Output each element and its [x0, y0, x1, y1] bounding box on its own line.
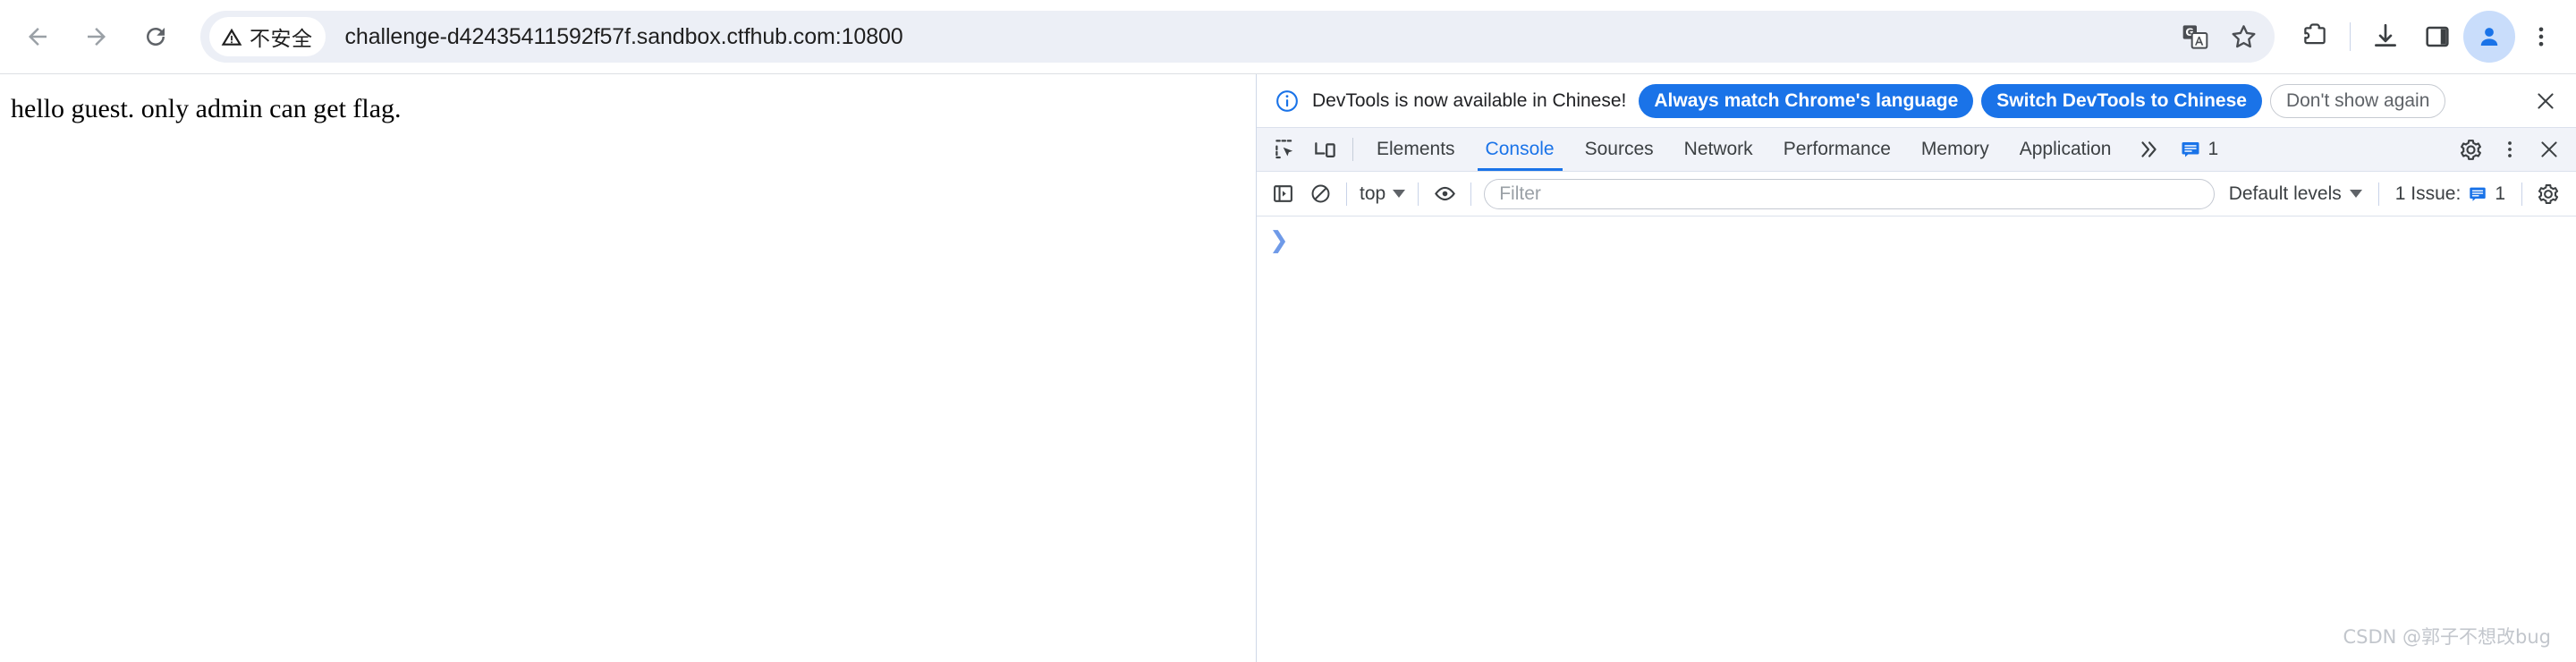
tab-performance[interactable]: Performance [1768, 128, 1906, 171]
page-body-text: hello guest. only admin can get flag. [11, 94, 402, 123]
console-issues-indicator[interactable]: 1 Issue: 1 [2386, 183, 2514, 205]
gear-icon [2460, 139, 2481, 160]
csdn-watermark: CSDN @郭子不想改bug [2343, 626, 2551, 648]
chrome-menu-icon [2538, 27, 2544, 47]
profile-avatar-icon [2480, 28, 2498, 46]
console-toolbar-divider-3 [1470, 182, 1472, 206]
browser-actions [2289, 11, 2576, 63]
device-toolbar-button[interactable] [1305, 128, 1344, 171]
device-toolbar-icon [1314, 141, 1335, 157]
devtools-panel: DevTools is now available in Chinese! Al… [1256, 74, 2576, 662]
extensions-button[interactable] [2289, 11, 2341, 63]
back-button[interactable] [13, 12, 63, 62]
console-toolbar-divider-1 [1346, 182, 1347, 206]
console-filter-field[interactable] [1484, 178, 2215, 209]
chevron-double-right-icon [2141, 141, 2157, 157]
console-sidebar-toggle[interactable] [1264, 175, 1301, 213]
site-security-chip[interactable]: 不安全 [209, 17, 326, 56]
console-issues-label: 1 Issue: [2394, 182, 2462, 204]
omnibox-trailing-actions: G [2171, 14, 2267, 59]
devtools-settings-button[interactable] [2451, 138, 2490, 162]
back-arrow-icon [29, 28, 47, 46]
inspect-element-icon [1275, 139, 1292, 158]
toolbar-divider [2350, 22, 2351, 51]
downloads-button[interactable] [2360, 11, 2411, 63]
forward-arrow-icon [88, 28, 106, 46]
translate-icon: G [2182, 25, 2208, 49]
console-output-area[interactable]: ❯ CSDN @郭子不想改bug [1257, 216, 2576, 662]
forward-button[interactable] [72, 12, 122, 62]
more-options-icon [2508, 141, 2512, 157]
extensions-puzzle-icon [2304, 23, 2326, 45]
live-expression-button[interactable] [1426, 175, 1463, 213]
tabbar-divider [1352, 138, 1353, 161]
devtools-close-button[interactable] [2529, 138, 2569, 161]
reload-icon [147, 27, 165, 46]
devtools-language-banner: DevTools is now available in Chinese! Al… [1257, 74, 2576, 127]
switch-devtools-language-button[interactable]: Switch DevTools to Chinese [1981, 83, 2262, 118]
issues-message-icon [2182, 142, 2199, 157]
reload-button[interactable] [131, 12, 181, 62]
tab-memory[interactable]: Memory [1906, 128, 2004, 171]
clear-console-icon [1311, 184, 1329, 203]
more-tabs-button[interactable] [2126, 128, 2171, 171]
eye-icon [1434, 186, 1455, 201]
close-icon [2541, 141, 2557, 157]
tabbar-right-controls [2434, 128, 2576, 171]
downloads-icon [2375, 23, 2396, 47]
console-sidebar-icon [1273, 185, 1292, 202]
tabbar-issues-indicator[interactable]: 1 [2171, 128, 2227, 171]
tab-application[interactable]: Application [2004, 128, 2127, 171]
execution-context-value: top [1360, 182, 1386, 204]
banner-message: DevTools is now available in Chinese! [1312, 89, 1627, 111]
execution-context-selector[interactable]: top [1354, 183, 1411, 205]
translate-button[interactable]: G [2171, 14, 2219, 59]
tab-network[interactable]: Network [1669, 128, 1768, 171]
chrome-menu-button[interactable] [2515, 11, 2567, 63]
banner-close-button[interactable] [2528, 83, 2563, 119]
side-panel-icon [2426, 26, 2449, 47]
close-icon [2538, 92, 2554, 109]
console-prompt-caret-icon: ❯ [1269, 227, 1289, 254]
url-text[interactable]: challenge-d42435411592f57f.sandbox.ctfhu… [326, 24, 903, 50]
log-levels-selector[interactable]: Default levels [2220, 183, 2371, 205]
tab-elements[interactable]: Elements [1361, 128, 1470, 171]
console-toolbar: top Default levels 1 Issue: 1 [1257, 172, 2576, 216]
console-input-row[interactable]: ❯ [1257, 216, 2576, 254]
side-panel-button[interactable] [2411, 11, 2463, 63]
console-issues-count: 1 [2495, 182, 2505, 204]
chevron-down-icon [1393, 190, 1406, 198]
profile-button[interactable] [2463, 11, 2515, 63]
inspect-element-button[interactable] [1266, 128, 1305, 171]
security-chip-label: 不安全 [250, 28, 313, 51]
console-settings-button[interactable] [2529, 175, 2567, 213]
navigation-button-group [0, 12, 181, 62]
warning-triangle-icon [221, 28, 242, 46]
chevron-down-icon [2349, 190, 2362, 198]
always-match-language-button[interactable]: Always match Chrome's language [1639, 83, 1974, 118]
dont-show-again-button[interactable]: Don't show again [2269, 83, 2446, 118]
gear-icon [2538, 183, 2559, 204]
browser-toolbar: 不安全 challenge-d42435411592f57f.sandbox.c… [0, 0, 2576, 74]
address-bar[interactable]: 不安全 challenge-d42435411592f57f.sandbox.c… [200, 11, 2275, 63]
devtools-tabbar: Elements Console Sources Network Perform… [1257, 127, 2576, 172]
devtools-more-options-button[interactable] [2490, 139, 2529, 160]
console-filter-input[interactable] [1499, 182, 2199, 205]
tab-console[interactable]: Console [1470, 128, 1570, 171]
console-toolbar-divider-2 [1418, 182, 1419, 206]
console-toolbar-divider-5 [2521, 182, 2522, 206]
issues-message-icon [2470, 187, 2487, 201]
bookmark-button[interactable] [2219, 14, 2267, 59]
console-toolbar-divider-4 [2377, 182, 2379, 206]
page-viewport: hello guest. only admin can get flag. [0, 74, 1256, 662]
info-circle-icon [1275, 89, 1300, 114]
tabbar-issues-count: 1 [2207, 139, 2219, 159]
bookmark-star-icon [2232, 24, 2255, 47]
clear-console-button[interactable] [1301, 175, 1339, 213]
log-levels-value: Default levels [2228, 182, 2342, 204]
tab-sources[interactable]: Sources [1570, 128, 1669, 171]
